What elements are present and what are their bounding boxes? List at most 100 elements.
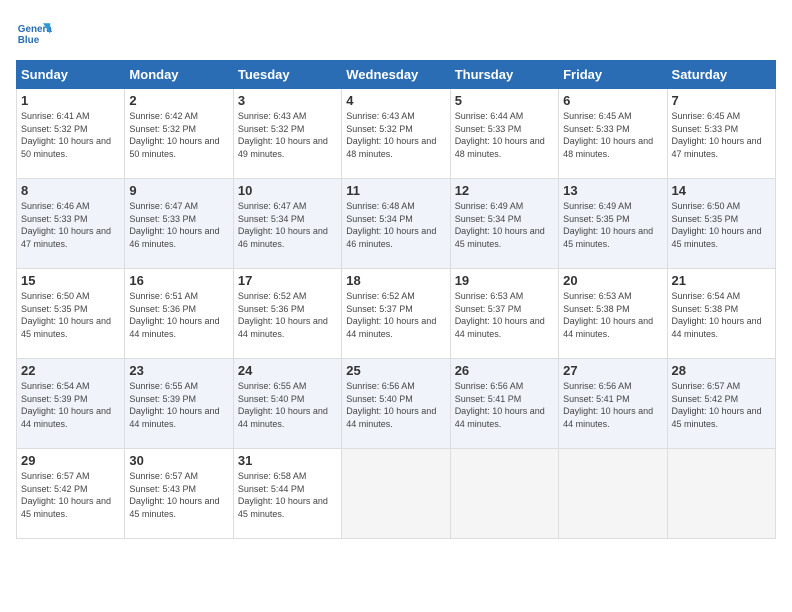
calendar-week-3: 15 Sunrise: 6:50 AMSunset: 5:35 PMDaylig…: [17, 269, 776, 359]
day-info: Sunrise: 6:52 AMSunset: 5:36 PMDaylight:…: [238, 291, 328, 339]
calendar-cell: 7 Sunrise: 6:45 AMSunset: 5:33 PMDayligh…: [667, 89, 775, 179]
calendar-cell: 18 Sunrise: 6:52 AMSunset: 5:37 PMDaylig…: [342, 269, 450, 359]
calendar-cell: 15 Sunrise: 6:50 AMSunset: 5:35 PMDaylig…: [17, 269, 125, 359]
weekday-header-tuesday: Tuesday: [233, 61, 341, 89]
svg-text:Blue: Blue: [18, 35, 40, 46]
day-number: 24: [238, 363, 337, 378]
day-number: 25: [346, 363, 445, 378]
day-number: 16: [129, 273, 228, 288]
day-number: 3: [238, 93, 337, 108]
day-number: 26: [455, 363, 554, 378]
calendar-cell: 6 Sunrise: 6:45 AMSunset: 5:33 PMDayligh…: [559, 89, 667, 179]
day-info: Sunrise: 6:42 AMSunset: 5:32 PMDaylight:…: [129, 111, 219, 159]
calendar-cell: 30 Sunrise: 6:57 AMSunset: 5:43 PMDaylig…: [125, 449, 233, 539]
day-info: Sunrise: 6:56 AMSunset: 5:41 PMDaylight:…: [563, 381, 653, 429]
day-info: Sunrise: 6:47 AMSunset: 5:34 PMDaylight:…: [238, 201, 328, 249]
calendar-cell: 22 Sunrise: 6:54 AMSunset: 5:39 PMDaylig…: [17, 359, 125, 449]
weekday-header-friday: Friday: [559, 61, 667, 89]
calendar-cell: 10 Sunrise: 6:47 AMSunset: 5:34 PMDaylig…: [233, 179, 341, 269]
logo-icon: General Blue: [16, 16, 52, 52]
calendar-cell: 19 Sunrise: 6:53 AMSunset: 5:37 PMDaylig…: [450, 269, 558, 359]
calendar-cell: 24 Sunrise: 6:55 AMSunset: 5:40 PMDaylig…: [233, 359, 341, 449]
day-number: 7: [672, 93, 771, 108]
day-number: 20: [563, 273, 662, 288]
calendar-table: SundayMondayTuesdayWednesdayThursdayFrid…: [16, 60, 776, 539]
day-info: Sunrise: 6:54 AMSunset: 5:38 PMDaylight:…: [672, 291, 762, 339]
calendar-cell: 25 Sunrise: 6:56 AMSunset: 5:40 PMDaylig…: [342, 359, 450, 449]
day-number: 10: [238, 183, 337, 198]
day-info: Sunrise: 6:54 AMSunset: 5:39 PMDaylight:…: [21, 381, 111, 429]
calendar-week-5: 29 Sunrise: 6:57 AMSunset: 5:42 PMDaylig…: [17, 449, 776, 539]
calendar-cell: 4 Sunrise: 6:43 AMSunset: 5:32 PMDayligh…: [342, 89, 450, 179]
day-info: Sunrise: 6:48 AMSunset: 5:34 PMDaylight:…: [346, 201, 436, 249]
calendar-cell: 9 Sunrise: 6:47 AMSunset: 5:33 PMDayligh…: [125, 179, 233, 269]
calendar-cell: 5 Sunrise: 6:44 AMSunset: 5:33 PMDayligh…: [450, 89, 558, 179]
day-info: Sunrise: 6:41 AMSunset: 5:32 PMDaylight:…: [21, 111, 111, 159]
calendar-cell: 12 Sunrise: 6:49 AMSunset: 5:34 PMDaylig…: [450, 179, 558, 269]
calendar-cell: 28 Sunrise: 6:57 AMSunset: 5:42 PMDaylig…: [667, 359, 775, 449]
calendar-cell: 8 Sunrise: 6:46 AMSunset: 5:33 PMDayligh…: [17, 179, 125, 269]
day-number: 21: [672, 273, 771, 288]
calendar-week-2: 8 Sunrise: 6:46 AMSunset: 5:33 PMDayligh…: [17, 179, 776, 269]
weekday-header-monday: Monday: [125, 61, 233, 89]
day-info: Sunrise: 6:56 AMSunset: 5:41 PMDaylight:…: [455, 381, 545, 429]
calendar-cell: [342, 449, 450, 539]
day-number: 6: [563, 93, 662, 108]
calendar-cell: 14 Sunrise: 6:50 AMSunset: 5:35 PMDaylig…: [667, 179, 775, 269]
logo: General Blue: [16, 16, 52, 52]
calendar-cell: 13 Sunrise: 6:49 AMSunset: 5:35 PMDaylig…: [559, 179, 667, 269]
header-row: SundayMondayTuesdayWednesdayThursdayFrid…: [17, 61, 776, 89]
calendar-cell: 17 Sunrise: 6:52 AMSunset: 5:36 PMDaylig…: [233, 269, 341, 359]
day-info: Sunrise: 6:43 AMSunset: 5:32 PMDaylight:…: [238, 111, 328, 159]
calendar-cell: 20 Sunrise: 6:53 AMSunset: 5:38 PMDaylig…: [559, 269, 667, 359]
day-info: Sunrise: 6:50 AMSunset: 5:35 PMDaylight:…: [672, 201, 762, 249]
day-info: Sunrise: 6:45 AMSunset: 5:33 PMDaylight:…: [672, 111, 762, 159]
day-number: 14: [672, 183, 771, 198]
day-info: Sunrise: 6:53 AMSunset: 5:38 PMDaylight:…: [563, 291, 653, 339]
calendar-cell: 2 Sunrise: 6:42 AMSunset: 5:32 PMDayligh…: [125, 89, 233, 179]
day-info: Sunrise: 6:57 AMSunset: 5:42 PMDaylight:…: [672, 381, 762, 429]
day-number: 5: [455, 93, 554, 108]
calendar-cell: 29 Sunrise: 6:57 AMSunset: 5:42 PMDaylig…: [17, 449, 125, 539]
day-info: Sunrise: 6:43 AMSunset: 5:32 PMDaylight:…: [346, 111, 436, 159]
day-number: 15: [21, 273, 120, 288]
day-info: Sunrise: 6:49 AMSunset: 5:35 PMDaylight:…: [563, 201, 653, 249]
day-number: 22: [21, 363, 120, 378]
day-info: Sunrise: 6:46 AMSunset: 5:33 PMDaylight:…: [21, 201, 111, 249]
day-info: Sunrise: 6:45 AMSunset: 5:33 PMDaylight:…: [563, 111, 653, 159]
calendar-cell: 21 Sunrise: 6:54 AMSunset: 5:38 PMDaylig…: [667, 269, 775, 359]
day-number: 29: [21, 453, 120, 468]
day-number: 8: [21, 183, 120, 198]
calendar-cell: [559, 449, 667, 539]
page-header: General Blue: [16, 16, 776, 52]
day-number: 18: [346, 273, 445, 288]
day-info: Sunrise: 6:44 AMSunset: 5:33 PMDaylight:…: [455, 111, 545, 159]
calendar-cell: 27 Sunrise: 6:56 AMSunset: 5:41 PMDaylig…: [559, 359, 667, 449]
calendar-cell: 26 Sunrise: 6:56 AMSunset: 5:41 PMDaylig…: [450, 359, 558, 449]
day-number: 2: [129, 93, 228, 108]
day-info: Sunrise: 6:50 AMSunset: 5:35 PMDaylight:…: [21, 291, 111, 339]
day-info: Sunrise: 6:57 AMSunset: 5:42 PMDaylight:…: [21, 471, 111, 519]
calendar-cell: [450, 449, 558, 539]
day-info: Sunrise: 6:56 AMSunset: 5:40 PMDaylight:…: [346, 381, 436, 429]
day-number: 27: [563, 363, 662, 378]
calendar-cell: 31 Sunrise: 6:58 AMSunset: 5:44 PMDaylig…: [233, 449, 341, 539]
day-number: 12: [455, 183, 554, 198]
day-info: Sunrise: 6:51 AMSunset: 5:36 PMDaylight:…: [129, 291, 219, 339]
day-number: 9: [129, 183, 228, 198]
day-number: 30: [129, 453, 228, 468]
day-info: Sunrise: 6:57 AMSunset: 5:43 PMDaylight:…: [129, 471, 219, 519]
day-number: 19: [455, 273, 554, 288]
calendar-week-4: 22 Sunrise: 6:54 AMSunset: 5:39 PMDaylig…: [17, 359, 776, 449]
day-info: Sunrise: 6:47 AMSunset: 5:33 PMDaylight:…: [129, 201, 219, 249]
day-info: Sunrise: 6:55 AMSunset: 5:40 PMDaylight:…: [238, 381, 328, 429]
weekday-header-sunday: Sunday: [17, 61, 125, 89]
day-info: Sunrise: 6:53 AMSunset: 5:37 PMDaylight:…: [455, 291, 545, 339]
day-info: Sunrise: 6:58 AMSunset: 5:44 PMDaylight:…: [238, 471, 328, 519]
day-info: Sunrise: 6:55 AMSunset: 5:39 PMDaylight:…: [129, 381, 219, 429]
calendar-cell: 3 Sunrise: 6:43 AMSunset: 5:32 PMDayligh…: [233, 89, 341, 179]
day-number: 4: [346, 93, 445, 108]
day-number: 13: [563, 183, 662, 198]
day-number: 1: [21, 93, 120, 108]
day-number: 23: [129, 363, 228, 378]
